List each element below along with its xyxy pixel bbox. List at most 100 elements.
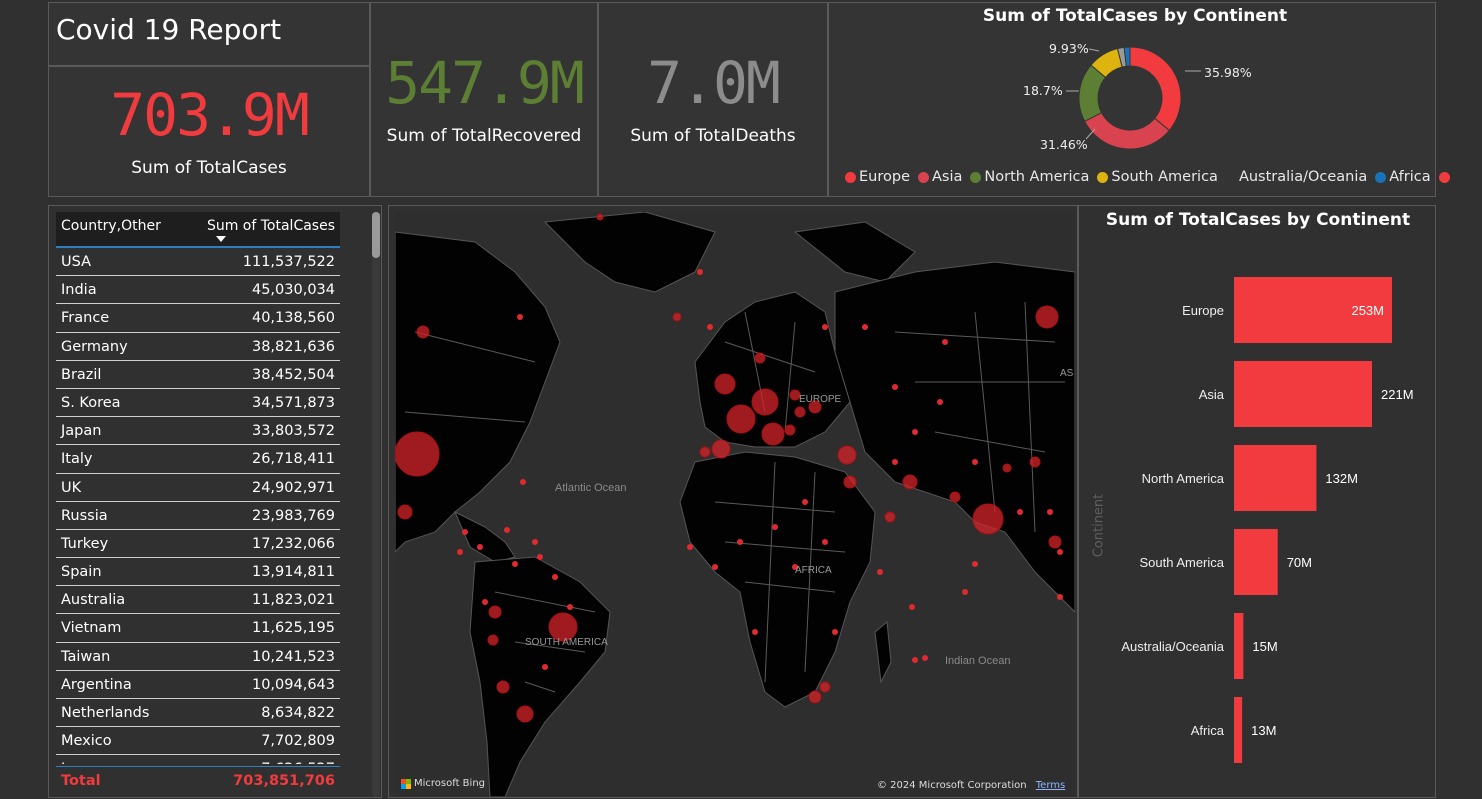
- donut-chart-panel[interactable]: Sum of TotalCases by Continent 9.93% 18.…: [828, 2, 1450, 197]
- terms-link[interactable]: Terms: [1036, 780, 1065, 791]
- legend-item-extra: [1438, 171, 1453, 183]
- bar-south-america[interactable]: [1234, 529, 1278, 595]
- world-map[interactable]: Atlantic Ocean EUROPE AFRICA SOUTH AMERI…: [395, 212, 1075, 797]
- bing-label: Microsoft Bing: [414, 778, 486, 789]
- country-table-panel[interactable]: Country,Other Sum of TotalCases USA 111,5…: [48, 205, 382, 798]
- table-scrollbar[interactable]: [372, 212, 380, 797]
- table-row[interactable]: Mexico 7,702,809: [56, 727, 340, 756]
- total-cases-cell: 7,626,527: [261, 755, 335, 764]
- table-row[interactable]: Iran 7,626,527: [56, 755, 340, 764]
- table-row[interactable]: Italy 26,718,411: [56, 445, 340, 474]
- country-cell: Argentina: [61, 676, 132, 693]
- table-row[interactable]: UK 24,902,971: [56, 474, 340, 502]
- donut-label-south-america: 9.93%: [1049, 41, 1089, 56]
- bar-asia[interactable]: [1234, 361, 1373, 427]
- bar-chart-title: Sum of TotalCases by Continent: [1105, 210, 1411, 230]
- country-cell: Taiwan: [61, 648, 111, 665]
- table-header: Country,Other Sum of TotalCases: [56, 212, 340, 248]
- total-cases-cell: 11,823,021: [251, 592, 335, 609]
- bar-category-label: Africa: [1191, 723, 1225, 738]
- legend-dot-icon: [1438, 171, 1450, 183]
- legend-item-africa[interactable]: Africa: [1375, 169, 1431, 185]
- report-title-card: Covid 19 Report: [48, 2, 370, 66]
- table-row[interactable]: Australia 11,823,021: [56, 586, 340, 615]
- country-cell: France: [61, 310, 110, 327]
- legend-item-asia[interactable]: Asia: [918, 169, 962, 185]
- country-cell: Iran: [61, 755, 89, 764]
- table-row[interactable]: Argentina 10,094,643: [56, 671, 340, 699]
- table-total-row: Total 703,851,706: [56, 766, 340, 796]
- total-recovered-card[interactable]: 547.9M Sum of TotalRecovered: [370, 2, 598, 197]
- total-cases-label: Sum of TotalCases: [131, 157, 287, 178]
- total-cases-cell: 26,718,411: [251, 451, 335, 468]
- total-cases-cell: 10,094,643: [251, 676, 335, 693]
- country-cell: Russia: [61, 507, 108, 524]
- bar-value-label: 70M: [1287, 555, 1312, 570]
- bar-value-label: 15M: [1252, 639, 1277, 654]
- legend-dot-icon: [845, 171, 856, 183]
- total-cases-value: 703.9M: [110, 80, 310, 149]
- legend-label: Europe: [859, 169, 910, 185]
- bar-value-label: 132M: [1325, 471, 1358, 486]
- bar-australia-oceania[interactable]: [1234, 613, 1244, 679]
- total-deaths-card[interactable]: 7.0M Sum of TotalDeaths: [598, 2, 828, 197]
- table-row[interactable]: Netherlands 8,634,822: [56, 699, 340, 728]
- total-cases-cell: 24,902,971: [251, 479, 335, 496]
- country-cell: Australia: [61, 592, 126, 609]
- table-row[interactable]: Japan 33,803,572: [56, 417, 340, 446]
- total-cases-cell: 17,232,066: [251, 535, 335, 552]
- country-cell: UK: [61, 479, 82, 496]
- legend-item-australia-oceania[interactable]: Australia/Oceania: [1239, 169, 1367, 185]
- bar-category-label: Australia/Oceania: [1121, 639, 1224, 654]
- table-row[interactable]: Taiwan 10,241,523: [56, 643, 340, 671]
- total-recovered-label: Sum of TotalRecovered: [386, 125, 582, 146]
- bar-category-label: Asia: [1199, 387, 1225, 402]
- country-cell: Brazil: [61, 366, 102, 383]
- legend-label: South America: [1111, 169, 1218, 185]
- total-value: 703,851,706: [233, 773, 335, 789]
- total-cases-card[interactable]: 703.9M Sum of TotalCases: [48, 66, 370, 197]
- bar-north-america[interactable]: [1234, 445, 1317, 511]
- legend-dot-icon: [918, 171, 929, 183]
- total-recovered-value: 547.9M: [385, 48, 585, 117]
- table-row[interactable]: India 45,030,034: [56, 276, 340, 305]
- table-row[interactable]: Spain 13,914,811: [56, 558, 340, 587]
- table-body: USA 111,537,522 India 45,030,034 France 40,13…: [56, 248, 340, 764]
- scrollbar-thumb[interactable]: [372, 212, 380, 258]
- map-label-south-america: SOUTH AMERICA: [525, 637, 608, 648]
- country-cell: Vietnam: [61, 620, 122, 637]
- total-label: Total: [61, 773, 101, 789]
- total-cases-cell: 40,138,560: [251, 310, 335, 327]
- total-cases-cell: 34,571,873: [251, 394, 335, 411]
- country-cell: Turkey: [61, 535, 109, 552]
- map-panel[interactable]: Atlantic Ocean EUROPE AFRICA SOUTH AMERI…: [388, 205, 1078, 798]
- legend-item-north-america[interactable]: North America: [970, 169, 1089, 185]
- bar-category-label: Europe: [1182, 303, 1224, 318]
- donut-slice-europe[interactable]: [1129, 46, 1182, 132]
- column-header-total-cases[interactable]: Sum of TotalCases: [207, 218, 335, 234]
- legend-dot-icon: [970, 171, 982, 183]
- column-header-country[interactable]: Country,Other: [61, 218, 161, 234]
- table-row[interactable]: France 40,138,560: [56, 304, 340, 333]
- bar-chart[interactable]: Europe 253M Asia 221M North America 132M South…: [1079, 239, 1437, 799]
- table-row[interactable]: S. Korea 34,571,873: [56, 389, 340, 418]
- total-cases-cell: 38,452,504: [251, 366, 335, 383]
- map-label-indian-ocean: Indian Ocean: [945, 655, 1010, 667]
- legend-item-europe[interactable]: Europe: [845, 169, 910, 185]
- table-row[interactable]: Brazil 38,452,504: [56, 361, 340, 389]
- sort-descending-icon[interactable]: [216, 236, 226, 242]
- legend-item-south-america[interactable]: South America: [1097, 169, 1218, 185]
- table-row[interactable]: Turkey 17,232,066: [56, 530, 340, 559]
- legend-label: Africa: [1389, 169, 1431, 185]
- total-cases-cell: 8,634,822: [261, 705, 335, 721]
- bar-africa[interactable]: [1234, 697, 1243, 763]
- table-row[interactable]: USA 111,537,522: [56, 248, 340, 277]
- country-table: Country,Other Sum of TotalCases USA 111,5…: [56, 212, 340, 764]
- legend-label: Australia/Oceania: [1238, 169, 1368, 185]
- table-row[interactable]: Vietnam 11,625,195: [56, 614, 340, 643]
- bar-category-label: South America: [1139, 555, 1224, 570]
- country-cell: Germany: [61, 338, 128, 355]
- bar-chart-panel[interactable]: Sum of TotalCases by Continent Continent…: [1078, 205, 1436, 798]
- table-row[interactable]: Russia 23,983,769: [56, 502, 340, 530]
- table-row[interactable]: Germany 38,821,636: [56, 333, 340, 361]
